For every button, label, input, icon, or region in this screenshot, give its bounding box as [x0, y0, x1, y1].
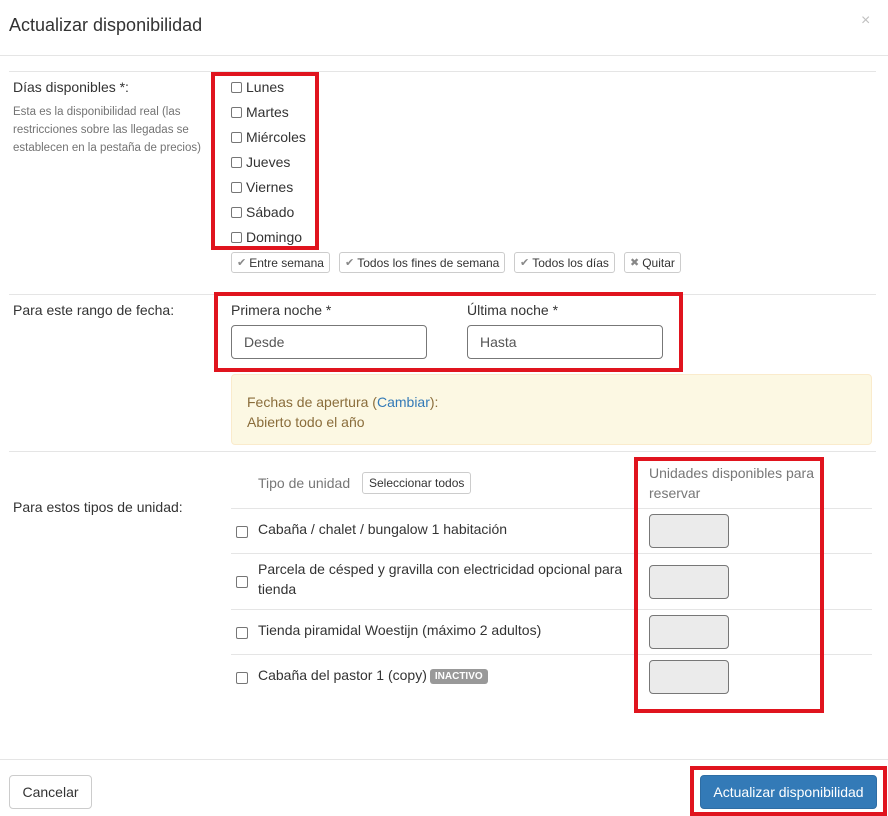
days-help-text: Esta es la disponibilidad real (las rest… [13, 106, 201, 154]
units-available-input[interactable] [649, 615, 729, 649]
day-option-domingo[interactable]: Domingo [231, 227, 302, 247]
day-checkbox[interactable] [231, 181, 242, 193]
change-dates-link[interactable]: Cambiar [377, 394, 430, 410]
day-option-jueves[interactable]: Jueves [231, 152, 290, 172]
unit-row-label: Cabaña del pastor 1 (copy) INACTIVO [258, 665, 488, 685]
footer-divider [0, 759, 888, 760]
day-checkbox[interactable] [231, 81, 242, 93]
day-checkbox[interactable] [231, 231, 242, 243]
clear-days-button[interactable]: ✖ Quitar [624, 252, 681, 273]
unit-checkbox[interactable] [236, 526, 248, 538]
all-days-button[interactable]: ✔ Todos los días [514, 252, 615, 273]
day-option-viernes[interactable]: Viernes [231, 177, 293, 197]
weekends-button[interactable]: ✔ Todos los fines de semana [339, 252, 506, 273]
check-icon: ✔ [520, 257, 530, 269]
select-all-button[interactable]: Seleccionar todos [362, 472, 472, 494]
last-night-input[interactable]: Hasta [467, 325, 663, 359]
day-option-sabado[interactable]: Sábado [231, 202, 294, 222]
row-divider [231, 553, 872, 554]
units-available-input[interactable] [649, 514, 729, 548]
day-option-lunes[interactable]: Lunes [231, 77, 284, 97]
unit-checkbox[interactable] [236, 672, 248, 684]
last-night-label: Última noche * [467, 302, 559, 318]
days-label: Días disponibles *: [13, 79, 129, 95]
row-divider [231, 654, 872, 655]
unit-type-column-header: Tipo de unidad [258, 475, 351, 491]
header-divider [0, 55, 888, 56]
update-availability-button[interactable]: Actualizar disponibilidad [700, 775, 877, 809]
day-checkbox[interactable] [231, 206, 242, 218]
cancel-button[interactable]: Cancelar [9, 775, 92, 809]
section-divider [9, 451, 876, 452]
modal-title: Actualizar disponibilidad [9, 15, 203, 35]
status-badge: INACTIVO [429, 669, 488, 684]
x-icon: ✖ [630, 257, 640, 269]
row-divider [231, 609, 872, 610]
day-checkbox[interactable] [231, 106, 242, 118]
first-night-label: Primera noche * [231, 302, 332, 318]
unit-types-label: Para estos tipos de unidad: [13, 499, 183, 515]
unit-checkbox[interactable] [236, 576, 248, 588]
opening-dates-alert: Fechas de apertura (Cambiar): Abierto to… [231, 374, 872, 445]
units-available-input[interactable] [649, 565, 729, 599]
section-divider [9, 294, 876, 295]
unit-checkbox[interactable] [236, 627, 248, 639]
units-available-input[interactable] [649, 660, 729, 694]
opening-dates-line: Fechas de apertura (Cambiar): [247, 394, 439, 410]
check-icon: ✔ [237, 257, 247, 269]
day-option-martes[interactable]: Martes [231, 102, 289, 122]
weekdays-button[interactable]: ✔ Entre semana [231, 252, 330, 273]
unit-name: Parcela de césped y gravilla con electri… [258, 561, 623, 597]
check-icon: ✔ [345, 257, 355, 269]
unit-name: Cabaña del pastor 1 (copy) [258, 667, 427, 683]
day-checkbox[interactable] [231, 131, 242, 143]
close-icon[interactable]: × [861, 12, 870, 30]
row-divider [231, 508, 872, 509]
section-divider [9, 71, 876, 72]
day-option-miercoles[interactable]: Miércoles [231, 127, 306, 147]
unit-name: Tienda piramidal Woestijn (máximo 2 adul… [258, 622, 542, 638]
opening-dates-value: Abierto todo el año [247, 414, 365, 430]
first-night-input[interactable]: Desde [231, 325, 427, 359]
date-range-label: Para este rango de fecha: [13, 302, 175, 318]
unit-name: Cabaña / chalet / bungalow 1 habitación [258, 521, 508, 537]
available-units-column-header: Unidades disponibles para reservar [649, 465, 814, 501]
day-checkbox[interactable] [231, 156, 242, 168]
